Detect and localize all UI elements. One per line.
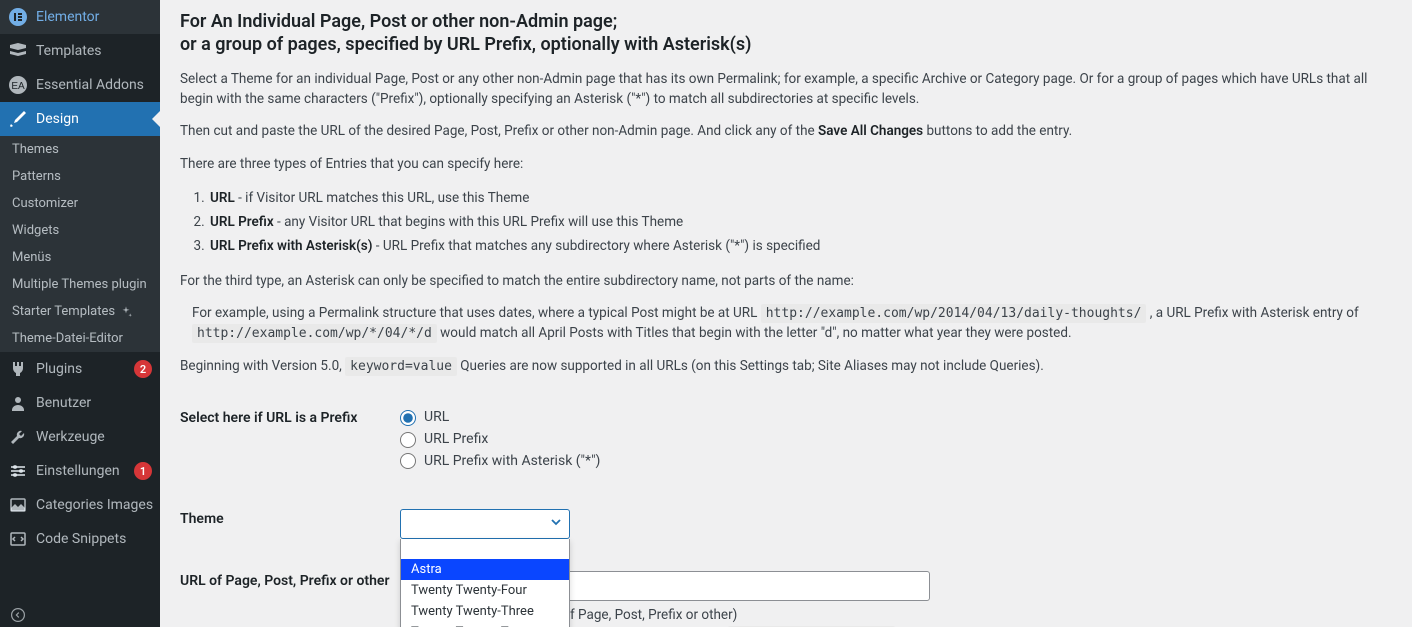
sidebar-label: Elementor (36, 9, 152, 25)
theme-option-tt-three[interactable]: Twenty Twenty-Three (401, 601, 569, 622)
radio-url[interactable]: URL (400, 408, 1392, 428)
prefix-row: Select here if URL is a Prefix URL URL P… (180, 408, 1392, 473)
sidebar-item-users[interactable]: Benutzer (0, 386, 160, 420)
save-all-changes-text: Save All Changes (818, 123, 923, 139)
submenu-widgets[interactable]: Widgets (0, 217, 160, 244)
templates-icon (8, 41, 28, 61)
submenu-customizer[interactable]: Customizer (0, 190, 160, 217)
addons-icon: EA (8, 75, 28, 95)
collapse-menu-button[interactable] (0, 603, 160, 627)
sidebar-label: Design (36, 111, 152, 127)
sidebar-item-categories-images[interactable]: Categories Images (0, 488, 160, 522)
settings-badge: 1 (134, 462, 152, 480)
intro-paragraph-2: Then cut and paste the URL of the desire… (180, 121, 1392, 141)
admin-sidebar: Elementor Templates EA Essential Addons … (0, 0, 160, 627)
keyword-value-code: keyword=value (345, 357, 457, 376)
radio-url-prefix-asterisk-input[interactable] (400, 453, 416, 469)
submenu-multiple-themes[interactable]: Multiple Themes plugin (0, 271, 160, 298)
url-row: URL of Page, Post, Prefix or other f Pag… (180, 571, 1392, 589)
sidebar-label: Werkzeuge (36, 429, 152, 445)
settings-icon (8, 461, 28, 481)
main-content: For An Individual Page, Post or other no… (160, 0, 1412, 627)
sidebar-label: Code Snippets (36, 531, 152, 547)
entry-type-url-prefix-asterisk: URL Prefix with Asterisk(s) - URL Prefix… (208, 234, 1392, 258)
design-icon (8, 109, 28, 129)
tools-icon (8, 427, 28, 447)
submenu-label: Starter Templates (12, 304, 115, 319)
sidebar-label: Einstellungen (36, 463, 128, 479)
plugins-icon (8, 359, 28, 379)
radio-url-prefix-input[interactable] (400, 432, 416, 448)
chevron-left-icon (10, 607, 26, 623)
example-prefix-code: http://example.com/wp/*/04/*/d (192, 324, 437, 343)
users-icon (8, 393, 28, 413)
heading-line-1: For An Individual Page, Post or other no… (180, 11, 617, 32)
url-label: URL of Page, Post, Prefix or other (180, 571, 400, 589)
intro-paragraph-1: Select a Theme for an individual Page, P… (180, 69, 1392, 110)
svg-text:EA: EA (11, 81, 25, 92)
submenu-starter-templates[interactable]: Starter Templates (0, 298, 160, 325)
sidebar-item-design[interactable]: Design (0, 102, 160, 136)
radio-url-prefix-asterisk-label: URL Prefix with Asterisk ("*") (424, 452, 600, 472)
plugins-badge: 2 (134, 360, 152, 378)
submenu-theme-editor[interactable]: Theme-Datei-Editor (0, 325, 160, 352)
section-heading: For An Individual Page, Post or other no… (180, 10, 1392, 57)
theme-option-tt-two[interactable]: Twenty Twenty-Two (401, 622, 569, 627)
sidebar-item-templates[interactable]: Templates (0, 34, 160, 68)
radio-url-prefix-label: URL Prefix (424, 430, 488, 450)
categories-images-icon (8, 495, 28, 515)
version-note: Beginning with Version 5.0, keyword=valu… (180, 356, 1392, 377)
theme-row: Theme Astra Twenty Twenty-Four Twenty Tw… (180, 509, 1392, 539)
radio-url-label: URL (424, 408, 449, 428)
elementor-icon (8, 7, 28, 27)
theme-label: Theme (180, 509, 400, 527)
entry-types-list: URL - if Visitor URL matches this URL, u… (208, 186, 1392, 259)
radio-url-prefix-asterisk[interactable]: URL Prefix with Asterisk ("*") (400, 452, 1392, 472)
sidebar-item-settings[interactable]: Einstellungen 1 (0, 454, 160, 488)
radio-url-input[interactable] (400, 410, 416, 426)
entry-type-url-prefix: URL Prefix - any Visitor URL that begins… (208, 210, 1392, 234)
sidebar-item-code-snippets[interactable]: Code Snippets (0, 522, 160, 556)
theme-dropdown: Astra Twenty Twenty-Four Twenty Twenty-T… (400, 539, 570, 627)
sidebar-item-elementor[interactable]: Elementor (0, 0, 160, 34)
submenu-menus[interactable]: Menüs (0, 244, 160, 271)
url-hint-1: f Page, Post, Prefix or other) (570, 607, 1392, 623)
submenu-themes[interactable]: Themes (0, 136, 160, 163)
submenu-patterns[interactable]: Patterns (0, 163, 160, 190)
theme-option-tt-four[interactable]: Twenty Twenty-Four (401, 580, 569, 601)
asterisk-example: For example, using a Permalink structure… (192, 303, 1392, 344)
sidebar-item-tools[interactable]: Werkzeuge (0, 420, 160, 454)
sidebar-item-essential-addons[interactable]: EA Essential Addons (0, 68, 160, 102)
intro-paragraph-3: There are three types of Entries that yo… (180, 154, 1392, 174)
example-url-code: http://example.com/wp/2014/04/13/daily-t… (761, 304, 1147, 323)
sidebar-label: Templates (36, 43, 152, 59)
heading-line-2: or a group of pages, specified by URL Pr… (180, 34, 751, 55)
asterisk-note: For the third type, an Asterisk can only… (180, 271, 1392, 291)
theme-option-astra[interactable]: Astra (401, 559, 569, 580)
sidebar-item-plugins[interactable]: Plugins 2 (0, 352, 160, 386)
sidebar-label: Categories Images (36, 497, 153, 513)
sparkle-icon (119, 305, 133, 319)
theme-select[interactable] (400, 509, 570, 539)
radio-url-prefix[interactable]: URL Prefix (400, 430, 1392, 450)
sidebar-label: Essential Addons (36, 77, 152, 93)
sidebar-label: Plugins (36, 361, 128, 377)
sidebar-label: Benutzer (36, 395, 152, 411)
design-submenu: Themes Patterns Customizer Widgets Menüs… (0, 136, 160, 352)
entry-type-url: URL - if Visitor URL matches this URL, u… (208, 186, 1392, 210)
code-snippets-icon (8, 529, 28, 549)
prefix-label: Select here if URL is a Prefix (180, 408, 400, 426)
